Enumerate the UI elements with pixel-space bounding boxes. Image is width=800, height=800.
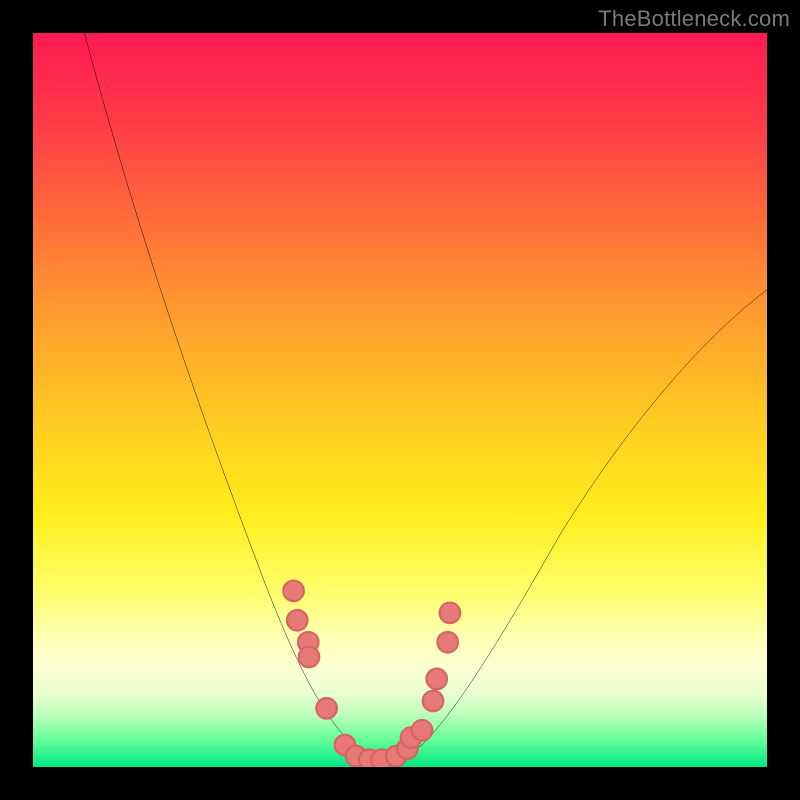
data-point bbox=[423, 691, 444, 712]
data-point bbox=[287, 610, 308, 631]
data-point bbox=[283, 581, 304, 602]
outer-frame: TheBottleneck.com bbox=[0, 0, 800, 800]
bottleneck-curve bbox=[84, 33, 767, 761]
data-point bbox=[412, 720, 433, 741]
data-point bbox=[437, 632, 458, 653]
data-point bbox=[316, 698, 337, 719]
chart-svg bbox=[33, 33, 767, 767]
data-point bbox=[426, 669, 447, 690]
plot-area bbox=[33, 33, 767, 767]
data-point bbox=[299, 647, 320, 668]
watermark-text: TheBottleneck.com bbox=[598, 6, 790, 32]
sample-points bbox=[283, 581, 460, 767]
data-point bbox=[440, 603, 461, 624]
